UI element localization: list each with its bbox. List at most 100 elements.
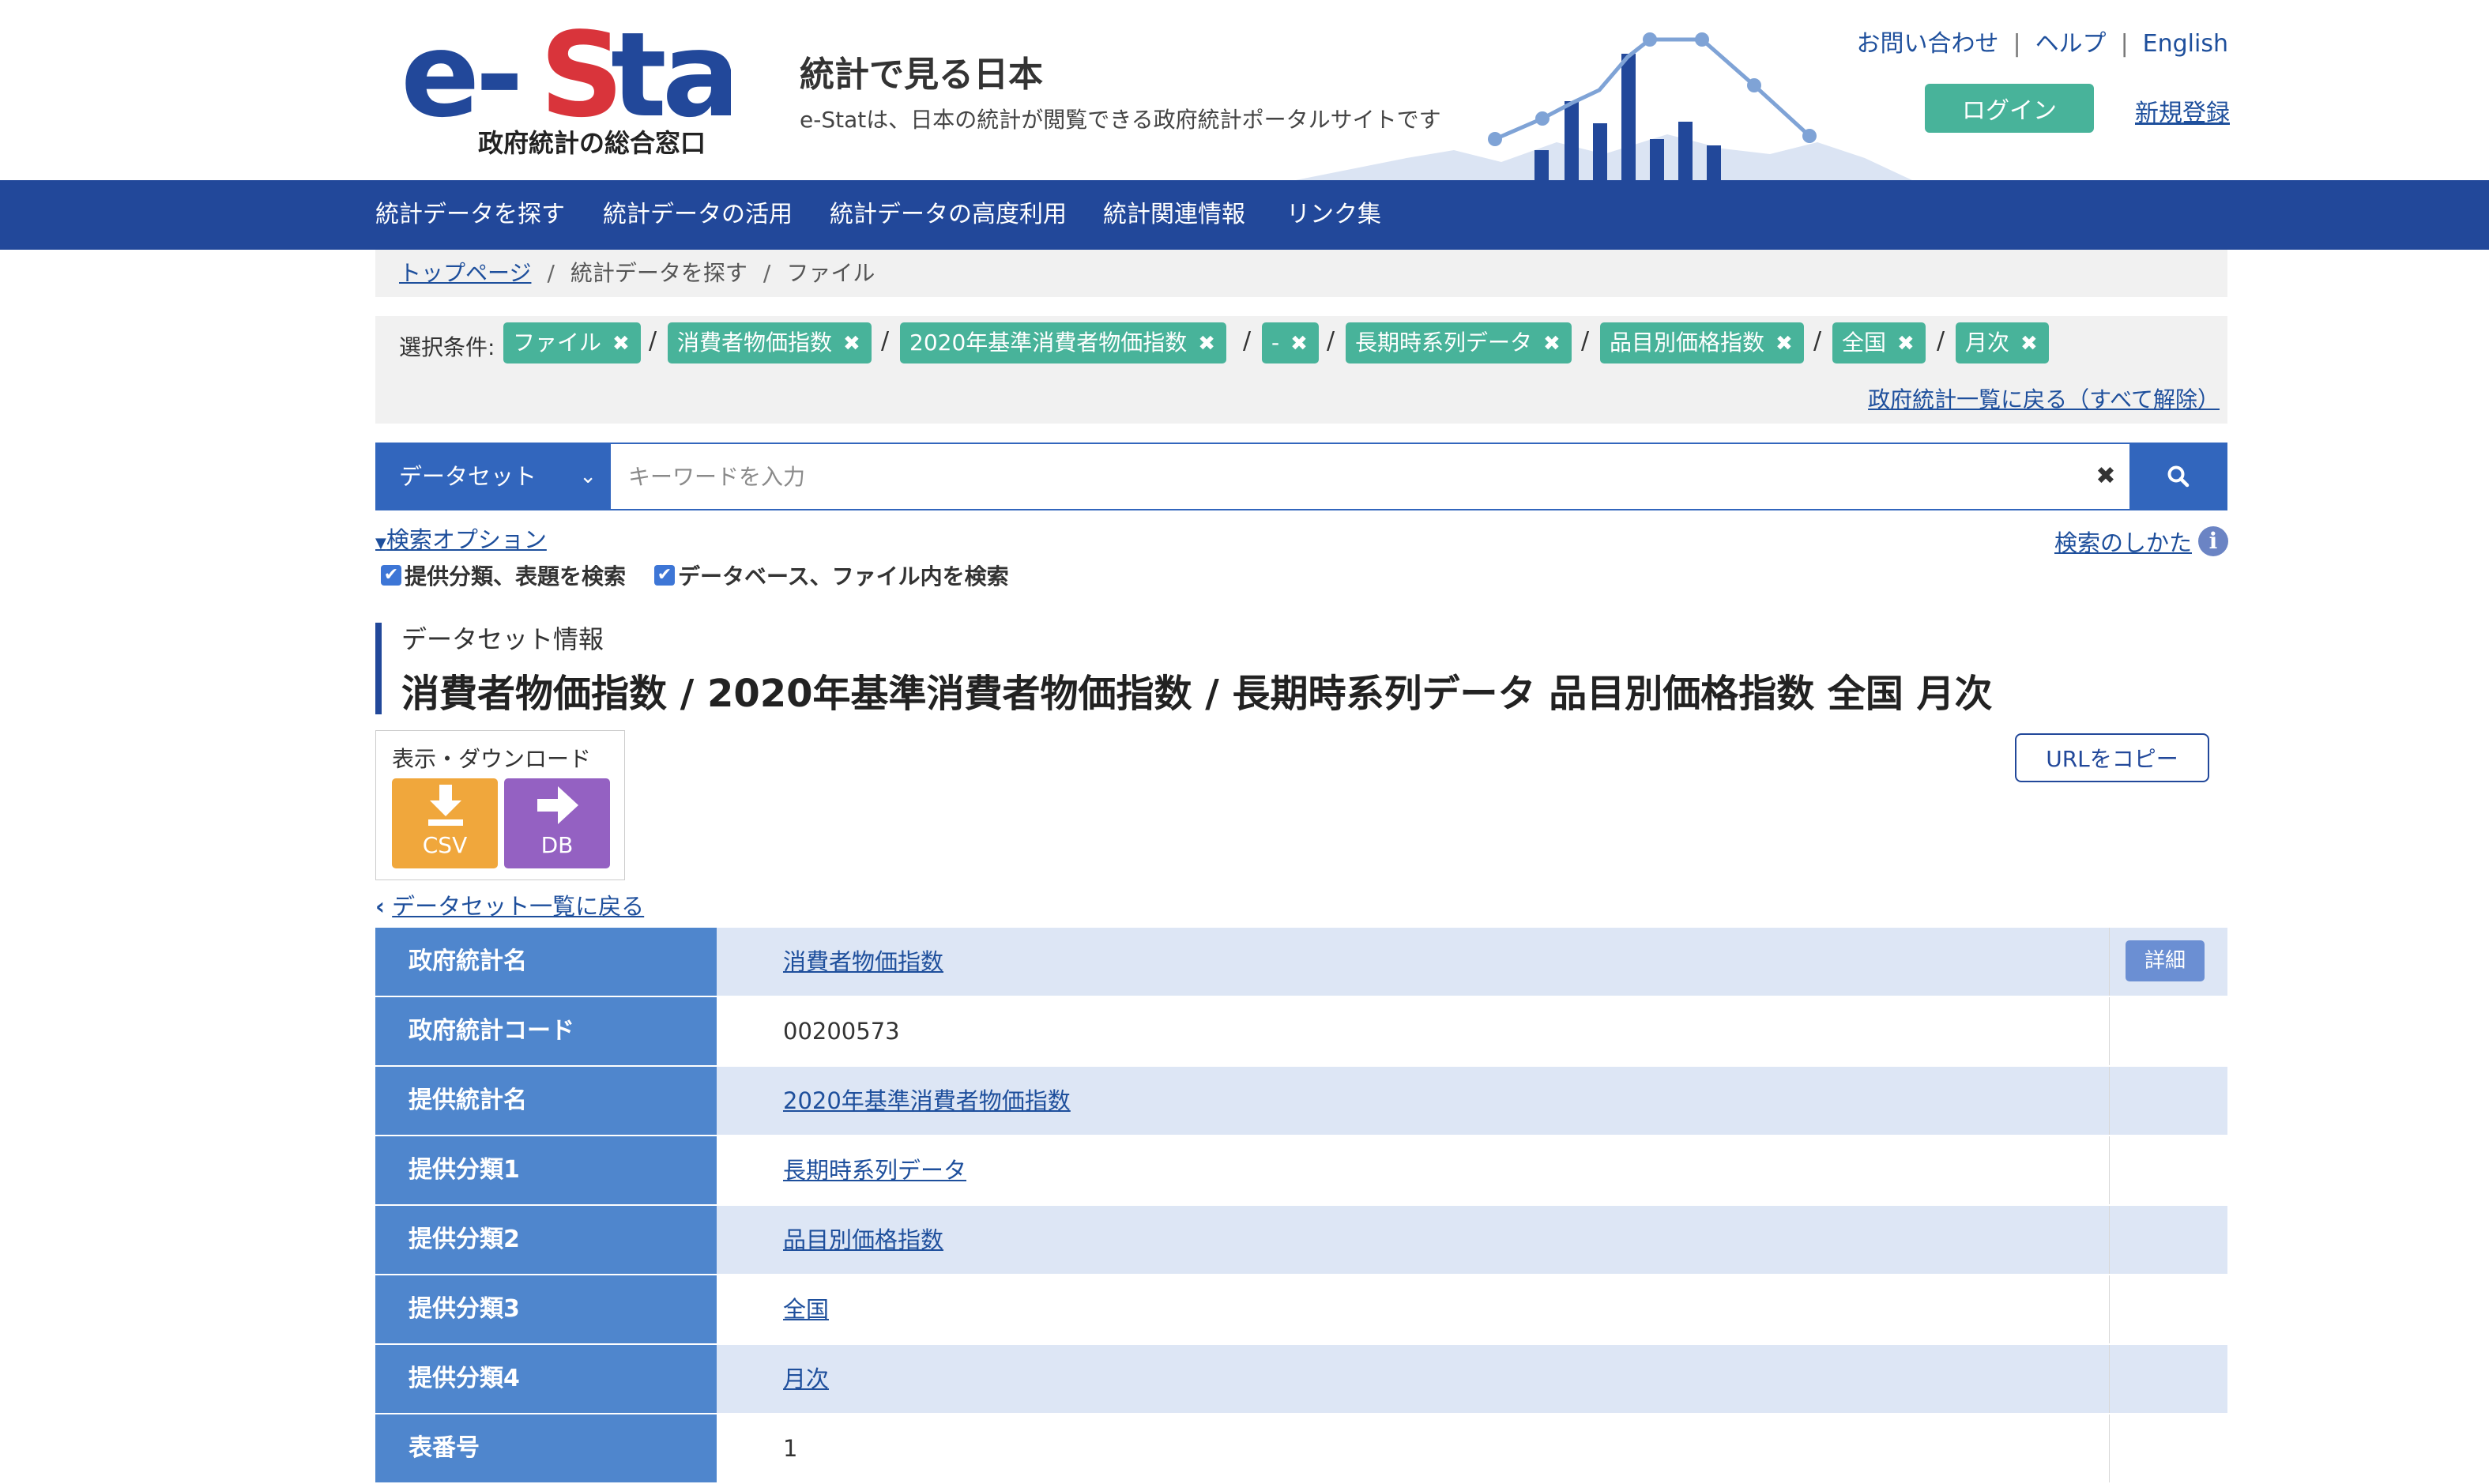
row-extra: [2109, 997, 2227, 1065]
chip-separator: /: [1243, 327, 1252, 355]
table-row: 提供分類3 全国: [375, 1275, 2227, 1345]
chip-label: -: [1271, 330, 1280, 356]
nav-advanced-usage[interactable]: 統計データの高度利用: [830, 180, 1067, 250]
category1-link[interactable]: 長期時系列データ: [783, 1157, 966, 1184]
checkbox-checked-icon[interactable]: ✔: [654, 565, 675, 586]
row-header: 提供分類4: [375, 1345, 717, 1413]
chip-separator: /: [1581, 327, 1590, 355]
condition-chip-item-price[interactable]: 品目別価格指数 ✖: [1600, 322, 1804, 363]
chip-separator: /: [1813, 327, 1822, 355]
nav-related-info[interactable]: 統計関連情報: [1103, 180, 1245, 250]
chip-label: 消費者物価指数: [677, 330, 833, 356]
row-value: 1: [783, 1435, 798, 1462]
chip-separator: /: [1937, 327, 1945, 355]
remove-icon[interactable]: ✖: [1290, 332, 1308, 356]
detail-button[interactable]: 詳細: [2126, 940, 2205, 981]
download-icon: [428, 785, 463, 826]
row-header: 提供統計名: [375, 1067, 717, 1135]
category3-link[interactable]: 全国: [783, 1296, 829, 1323]
condition-chip-cpi[interactable]: 消費者物価指数 ✖: [668, 322, 872, 363]
estat-logo[interactable]: e- S tat 政府統計の総合窓口: [399, 7, 795, 161]
row-value: 長期時系列データ: [717, 1136, 2109, 1204]
remove-icon[interactable]: ✖: [1198, 332, 1215, 356]
search-options-label: 検索オプション: [386, 526, 547, 553]
row-extra: [2109, 1206, 2227, 1274]
english-link[interactable]: English: [2143, 30, 2228, 58]
statistics-name-link[interactable]: 消費者物価指数: [783, 948, 943, 975]
remove-icon[interactable]: ✖: [1775, 332, 1793, 356]
back-to-dataset-list-link[interactable]: ‹ データセット一覧に戻る: [375, 888, 644, 921]
row-value: 全国: [717, 1275, 2109, 1343]
breadcrumb-file: ファイル: [786, 260, 875, 286]
condition-chip-monthly[interactable]: 月次 ✖: [1956, 322, 2049, 363]
chip-separator: /: [1327, 327, 1335, 355]
condition-chip-dash[interactable]: - ✖: [1262, 322, 1319, 363]
back-to-statistics-list-link[interactable]: 政府統計一覧に戻る（すべて解除）: [1868, 382, 2220, 414]
help-link[interactable]: ヘルプ: [2035, 30, 2107, 58]
checkbox-search-files[interactable]: ✔ データベース、ファイル内を検索: [654, 559, 1009, 591]
nav-links[interactable]: リンク集: [1286, 180, 1381, 250]
register-link[interactable]: 新規登録: [2135, 93, 2230, 128]
provided-statistics-link[interactable]: 2020年基準消費者物価指数: [783, 1087, 1071, 1114]
download-label: 表示・ダウンロード: [392, 746, 592, 772]
search-button[interactable]: [2129, 443, 2227, 510]
remove-icon[interactable]: ✖: [1543, 332, 1561, 356]
remove-icon[interactable]: ✖: [612, 332, 630, 356]
condition-chip-national[interactable]: 全国 ✖: [1832, 322, 1926, 363]
row-value: 品目別価格指数: [717, 1206, 2109, 1274]
csv-download-button[interactable]: CSV: [392, 778, 498, 868]
dataset-title: 消費者物価指数 / 2020年基準消費者物価指数 / 長期時系列データ 品目別価…: [401, 672, 1993, 716]
row-extra: [2109, 1275, 2227, 1343]
chip-label: 2020年基準消費者物価指数: [909, 330, 1188, 356]
category2-link[interactable]: 品目別価格指数: [783, 1226, 943, 1253]
table-row: 提供統計名 2020年基準消費者物価指数: [375, 1067, 2227, 1136]
chip-label: 長期時系列データ: [1355, 330, 1533, 356]
row-extra: [2109, 1414, 2227, 1482]
search-icon: [2167, 465, 2190, 488]
breadcrumb-top[interactable]: トップページ: [399, 260, 531, 286]
search-options-toggle[interactable]: ▼検索オプション: [375, 522, 547, 555]
row-value: 2020年基準消費者物価指数: [717, 1067, 2109, 1135]
clear-icon[interactable]: ✖: [2082, 443, 2129, 510]
row-extra: [2109, 1345, 2227, 1413]
table-row: 表番号 1: [375, 1414, 2227, 1484]
main-nav: 統計データを探す 統計データの活用 統計データの高度利用 統計関連情報 リンク集: [0, 180, 2489, 250]
db-view-button[interactable]: DB: [504, 778, 610, 868]
remove-icon[interactable]: ✖: [843, 332, 860, 356]
login-button[interactable]: ログイン: [1925, 84, 2094, 133]
row-header: 表番号: [375, 1414, 717, 1482]
checkbox-checked-icon[interactable]: ✔: [381, 565, 401, 586]
search-howto-label: 検索のしかた: [2054, 529, 2192, 556]
remove-icon[interactable]: ✖: [2020, 332, 2038, 356]
table-row: 提供分類2 品目別価格指数: [375, 1206, 2227, 1275]
info-icon: i: [2198, 526, 2228, 556]
category4-link[interactable]: 月次: [783, 1365, 829, 1392]
condition-chip-file[interactable]: ファイル ✖: [503, 322, 641, 363]
copy-url-button[interactable]: URLをコピー: [2015, 733, 2209, 782]
condition-chip-2020-cpi[interactable]: 2020年基準消費者物価指数 ✖: [900, 322, 1227, 363]
search-type-value: データセット: [399, 463, 537, 490]
condition-chip-long-term[interactable]: 長期時系列データ ✖: [1346, 322, 1572, 363]
header-chart-illustration: [1296, 16, 1944, 180]
search-input[interactable]: [609, 443, 2134, 510]
nav-find-data[interactable]: 統計データを探す: [375, 180, 565, 250]
chip-label: 品目別価格指数: [1610, 330, 1765, 356]
chip-separator: /: [881, 327, 890, 355]
search-type-select[interactable]: データセット ⌄: [375, 443, 609, 510]
download-panel: 表示・ダウンロード CSV DB: [375, 730, 625, 880]
remove-icon[interactable]: ✖: [1897, 332, 1915, 356]
row-extra: [2109, 1136, 2227, 1204]
nav-data-usage[interactable]: 統計データの活用: [603, 180, 793, 250]
breadcrumb: トップページ / 統計データを探す / ファイル: [375, 250, 2227, 297]
checkbox-label: データベース、ファイル内を検索: [678, 563, 1009, 589]
row-header: 提供分類2: [375, 1206, 717, 1274]
search-howto-link[interactable]: 検索のしかた i: [2054, 525, 2228, 558]
chip-label: ファイル: [513, 330, 602, 356]
selected-conditions: 選択条件: ファイル ✖ / 消費者物価指数 ✖ / 2020年基準消費者物価指数 ✖…: [375, 316, 2227, 424]
row-extra: [2109, 1067, 2227, 1135]
row-extra: 詳細: [2109, 928, 2227, 996]
dataset-section-label: データセット情報: [401, 624, 604, 654]
checkbox-search-titles[interactable]: ✔ 提供分類、表題を検索: [381, 559, 626, 591]
contact-link[interactable]: お問い合わせ: [1856, 30, 1998, 58]
row-header: 提供分類3: [375, 1275, 717, 1343]
